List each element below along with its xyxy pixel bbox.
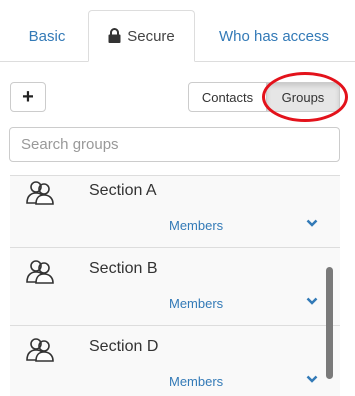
tab-secure[interactable]: Secure xyxy=(88,10,195,62)
search-groups-input[interactable] xyxy=(9,127,340,162)
tab-who-has-access[interactable]: Who has access xyxy=(204,10,344,62)
group-name: Section A xyxy=(89,182,157,199)
tab-basic-label: Basic xyxy=(28,27,66,45)
chevron-down-icon[interactable] xyxy=(306,295,318,307)
group-list: Section A Members Section B Members Sect… xyxy=(10,175,340,396)
tab-secure-label: Secure xyxy=(127,27,175,45)
group-icon xyxy=(26,260,54,284)
lock-icon xyxy=(108,27,121,43)
group-name: Section D xyxy=(89,338,159,355)
group-icon xyxy=(26,181,54,205)
members-link[interactable]: Members xyxy=(169,296,223,311)
tab-bar: Basic Secure Who has access xyxy=(0,0,355,62)
chevron-down-icon[interactable] xyxy=(306,373,318,385)
tab-basic[interactable]: Basic xyxy=(16,10,78,62)
tab-who-has-access-label: Who has access xyxy=(218,27,330,45)
group-item-section-a[interactable]: Section A Members xyxy=(10,176,340,248)
chevron-down-icon[interactable] xyxy=(306,217,318,229)
groups-toggle-button[interactable]: Groups xyxy=(266,82,340,112)
add-group-button[interactable]: + xyxy=(10,82,46,112)
group-name: Section B xyxy=(89,260,158,277)
group-item-section-d[interactable]: Section D Members xyxy=(10,326,340,396)
group-item-section-b[interactable]: Section B Members xyxy=(10,248,340,326)
list-scrollbar-thumb[interactable] xyxy=(326,267,333,379)
members-link[interactable]: Members xyxy=(169,218,223,233)
members-link[interactable]: Members xyxy=(169,374,223,389)
contacts-toggle-button[interactable]: Contacts xyxy=(188,82,267,112)
group-icon xyxy=(26,338,54,362)
